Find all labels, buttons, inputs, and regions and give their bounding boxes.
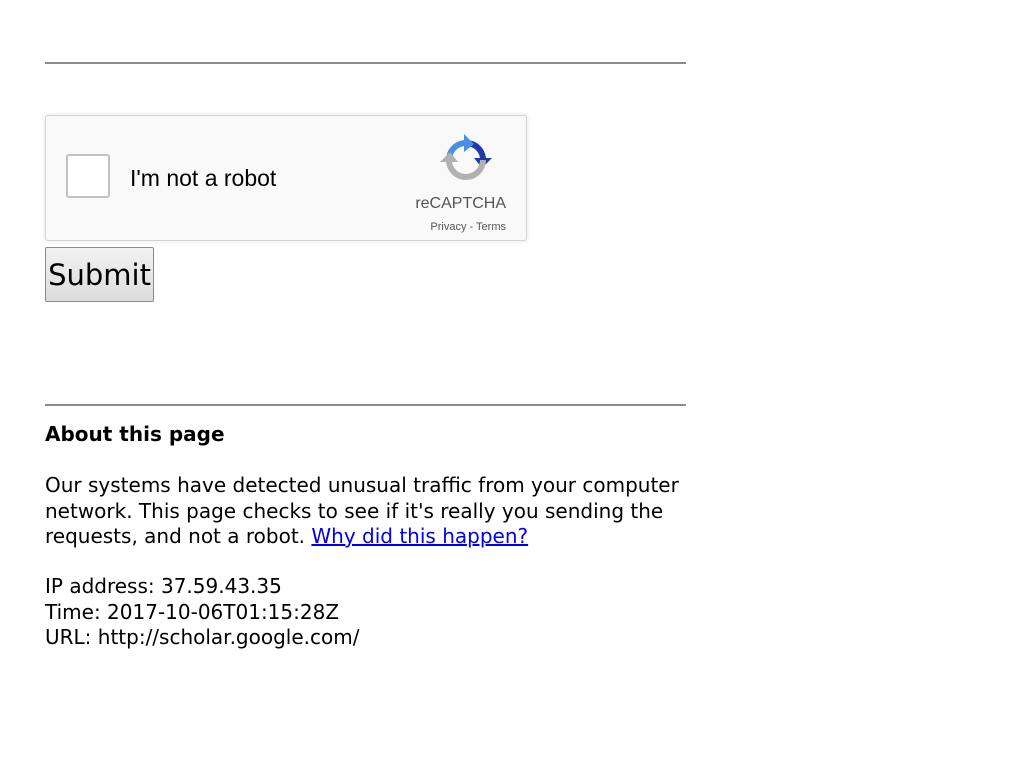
top-divider <box>45 62 686 64</box>
links-separator: - <box>466 221 477 233</box>
about-heading: About this page <box>45 422 225 446</box>
submit-button[interactable]: Submit <box>45 247 154 302</box>
not-a-robot-checkbox[interactable] <box>66 154 110 198</box>
recaptcha-widget: I'm not a robot reCAPTCHA Privacy - Term… <box>45 115 527 241</box>
request-url: URL: http://scholar.google.com/ <box>45 625 360 649</box>
request-info: IP address: 37.59.43.35 Time: 2017-10-06… <box>45 574 359 651</box>
checkbox-label: I'm not a robot <box>130 165 277 191</box>
privacy-link[interactable]: Privacy <box>430 221 466 233</box>
recaptcha-brand: reCAPTCHA <box>415 195 506 212</box>
timestamp: Time: 2017-10-06T01:15:28Z <box>45 599 340 624</box>
section-divider <box>45 404 686 406</box>
terms-link[interactable]: Terms <box>476 221 506 233</box>
about-paragraph: Our systems have detected unusual traffi… <box>45 473 686 550</box>
why-did-this-happen-link[interactable]: Why did this happen? <box>311 524 528 548</box>
recaptcha-logo-icon <box>440 134 492 181</box>
recaptcha-links: Privacy - Terms <box>430 221 506 233</box>
ip-address: IP address: 37.59.43.35 <box>45 574 282 598</box>
